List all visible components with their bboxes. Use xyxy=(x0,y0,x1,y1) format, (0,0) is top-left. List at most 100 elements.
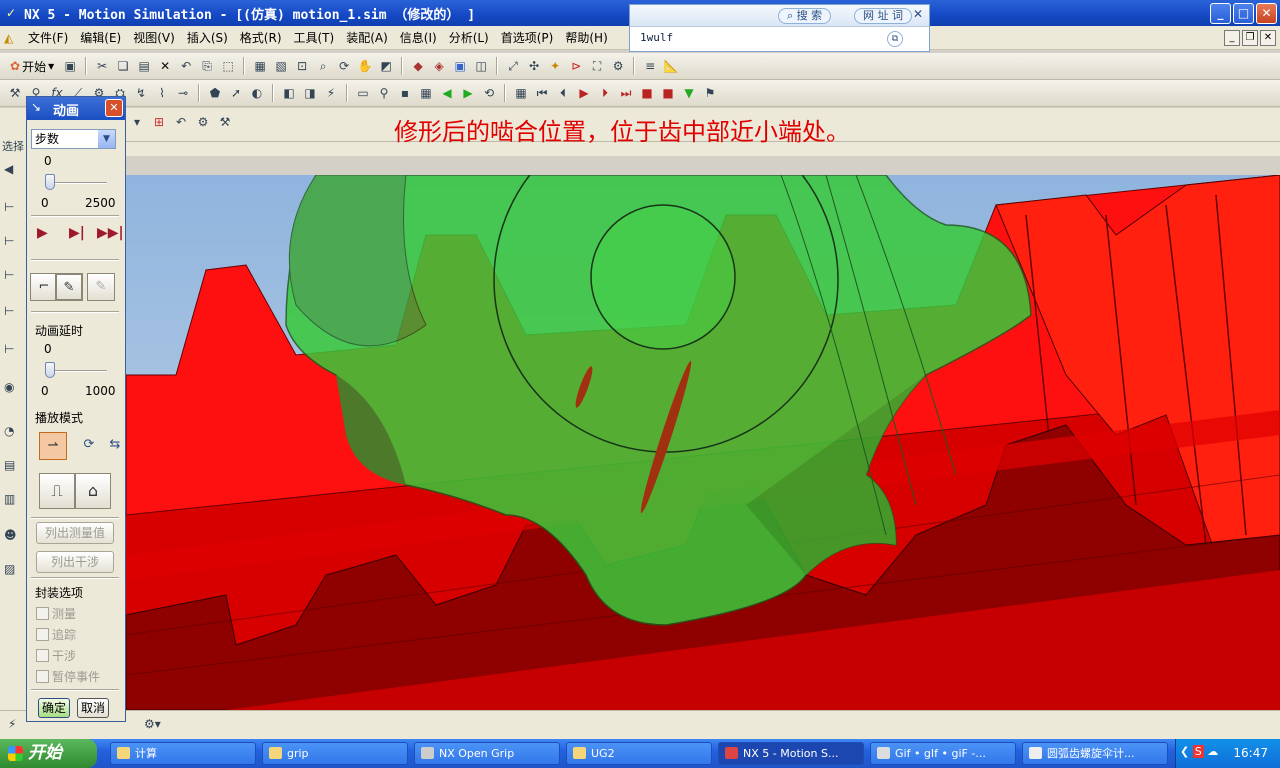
menu-info[interactable]: 信息(I) xyxy=(394,29,443,46)
play-once-icon[interactable]: ⇀ xyxy=(39,432,67,460)
sensor-icon[interactable]: ◨ xyxy=(301,84,319,102)
paste-icon[interactable]: ▤ xyxy=(135,57,153,75)
pin-icon[interactable]: ↘ xyxy=(31,100,41,114)
fit-icon[interactable]: ▦ xyxy=(251,57,269,75)
cue-icon[interactable]: ⚙▾ xyxy=(144,717,161,731)
export-icon[interactable]: ▼ xyxy=(680,84,698,102)
play-icon[interactable]: ▶ xyxy=(575,84,593,102)
chevron-down-icon[interactable]: ▼ xyxy=(98,130,115,148)
menu-view[interactable]: 视图(V) xyxy=(127,29,181,46)
layer-icon[interactable]: ≡ xyxy=(641,57,659,75)
interference-checkbox[interactable]: 干涉 xyxy=(36,647,76,664)
finish-flag-icon[interactable]: ⚑ xyxy=(701,84,719,102)
forward-trace-icon[interactable]: ⎍ xyxy=(39,473,75,509)
step-slider[interactable] xyxy=(45,174,107,192)
check-icon[interactable]: ▦ xyxy=(417,84,435,102)
reuse-library-icon[interactable]: ⊢ xyxy=(4,342,14,356)
list-measurements-button[interactable]: 列出测量值 xyxy=(36,522,114,544)
pan-icon[interactable]: ✋ xyxy=(356,57,374,75)
menu-format[interactable]: 格式(R) xyxy=(234,29,288,46)
menu-preferences[interactable]: 首选项(P) xyxy=(495,29,560,46)
reverse-trace-icon[interactable]: ⌂ xyxy=(75,473,111,509)
cancel-button[interactable]: 取消 xyxy=(77,698,109,718)
pause-event-checkbox[interactable]: 暂停事件 xyxy=(36,668,100,685)
pause-icon[interactable]: ■ xyxy=(638,84,656,102)
rewind-icon[interactable]: ⏮ xyxy=(533,84,551,102)
render-icon[interactable]: ◆ xyxy=(409,57,427,75)
spring-icon[interactable]: ⌇ xyxy=(153,84,171,102)
environment-icon[interactable]: ⚒ xyxy=(6,84,24,102)
perspective-icon[interactable]: ◩ xyxy=(377,57,395,75)
taskbar-item-gif[interactable]: Gif • gIf • giF -... xyxy=(870,742,1016,765)
play-icon[interactable]: ▶ xyxy=(37,225,48,241)
menu-help[interactable]: 帮助(H) xyxy=(559,29,613,46)
fast-forward-icon[interactable]: ▶▶| xyxy=(97,225,124,241)
shade-icon[interactable]: ◈ xyxy=(430,57,448,75)
undo-icon[interactable]: ↶ xyxy=(177,57,195,75)
search-popup-search-button[interactable]: ⌕ 搜 索 xyxy=(778,8,832,24)
doc-close-button[interactable]: ✕ xyxy=(1260,30,1276,46)
menu-insert[interactable]: 插入(S) xyxy=(181,29,234,46)
search-popup-close-icon[interactable]: ✕ xyxy=(913,7,923,21)
cable-icon[interactable]: ↯ xyxy=(132,84,150,102)
delay-slider-thumb[interactable] xyxy=(45,362,55,378)
copy-icon[interactable]: ❏ xyxy=(114,57,132,75)
save-icon[interactable]: ▣ xyxy=(61,57,79,75)
trace-checkbox[interactable]: 追踪 xyxy=(36,626,76,643)
torque-icon[interactable]: ◐ xyxy=(248,84,266,102)
force-icon[interactable]: ➚ xyxy=(227,84,245,102)
maximize-button[interactable]: □ xyxy=(1233,3,1254,24)
system-materials-icon[interactable]: ▤ xyxy=(4,458,15,472)
fast-forward-icon[interactable]: ⏭ xyxy=(617,84,635,102)
measure-icon[interactable]: 📐 xyxy=(662,57,680,75)
menu-file[interactable]: 文件(F) xyxy=(22,29,74,46)
damper-icon[interactable]: ⊸ xyxy=(174,84,192,102)
doc-minimize-button[interactable]: _ xyxy=(1224,30,1240,46)
gear-select-icon[interactable]: ⚙ xyxy=(194,113,212,131)
camera-track-icon[interactable]: ✎ xyxy=(55,273,83,301)
assembly-navigator-icon[interactable]: ⊢ xyxy=(4,200,14,214)
grid-icon[interactable]: ▦ xyxy=(512,84,530,102)
loop-icon[interactable]: ⟳ xyxy=(75,432,103,460)
step-back-icon[interactable]: ⏴ xyxy=(554,84,572,102)
arrow-right-icon[interactable]: ▶ xyxy=(459,84,477,102)
filter-dropdown-icon[interactable]: ▾ xyxy=(128,113,146,131)
roles-icon[interactable]: ☻ xyxy=(4,528,17,542)
robot-icon[interactable]: ⚒ xyxy=(216,113,234,131)
search-popup-url-button[interactable]: 网 址 词 xyxy=(854,8,912,24)
solver-icon[interactable]: ⚡ xyxy=(322,84,340,102)
pingpong-icon[interactable]: ⇆ xyxy=(107,432,123,460)
taskbar-item-ug2[interactable]: UG2 xyxy=(566,742,712,765)
rotate-icon[interactable]: ⟳ xyxy=(335,57,353,75)
part-navigator-icon[interactable]: ⊢ xyxy=(4,234,14,248)
step-slider-thumb[interactable] xyxy=(45,174,55,190)
history-icon[interactable]: ◔ xyxy=(4,424,14,438)
menu-tools[interactable]: 工具(T) xyxy=(288,29,341,46)
selection-icon[interactable]: ⬚ xyxy=(219,57,237,75)
copy-icon[interactable]: ⧉ xyxy=(887,31,903,47)
menu-edit[interactable]: 编辑(E) xyxy=(74,29,127,46)
mode-select[interactable]: 步数 ▼ xyxy=(31,129,116,149)
taskbar-item-nx-open-grip[interactable]: NX Open Grip xyxy=(414,742,560,765)
web-browser-icon[interactable]: ◉ xyxy=(4,380,14,394)
snap-icon[interactable]: ✦ xyxy=(546,57,564,75)
measure-point-icon[interactable]: ⚲ xyxy=(375,84,393,102)
windows-start-button[interactable]: 开始 xyxy=(0,739,97,768)
process-studio-icon[interactable]: ▥ xyxy=(4,492,15,506)
motion-navigator-icon[interactable]: ⊢ xyxy=(4,268,14,282)
delete-icon[interactable]: ✕ xyxy=(156,57,174,75)
taskbar-item-grip[interactable]: grip xyxy=(262,742,408,765)
list-interference-button[interactable]: 列出干涉 xyxy=(36,551,114,573)
taskbar-item-nx5[interactable]: NX 5 - Motion S... xyxy=(718,742,864,765)
ok-button[interactable]: 确定 xyxy=(38,698,70,718)
step-forward-icon[interactable]: ⏵ xyxy=(596,84,614,102)
dialog-close-icon[interactable]: ✕ xyxy=(105,99,123,117)
wcs-icon[interactable]: ⤢ xyxy=(504,57,522,75)
measure-checkbox[interactable]: 测量 xyxy=(36,605,76,622)
datum-icon[interactable]: ✣ xyxy=(525,57,543,75)
close-button[interactable]: ✕ xyxy=(1256,3,1277,24)
marker-icon[interactable]: ◧ xyxy=(280,84,298,102)
tray-icons[interactable]: ❮ S ☁ xyxy=(1180,745,1218,758)
export-frame-icon[interactable]: ✎ xyxy=(87,273,115,301)
layout-icon[interactable]: ◫ xyxy=(472,57,490,75)
